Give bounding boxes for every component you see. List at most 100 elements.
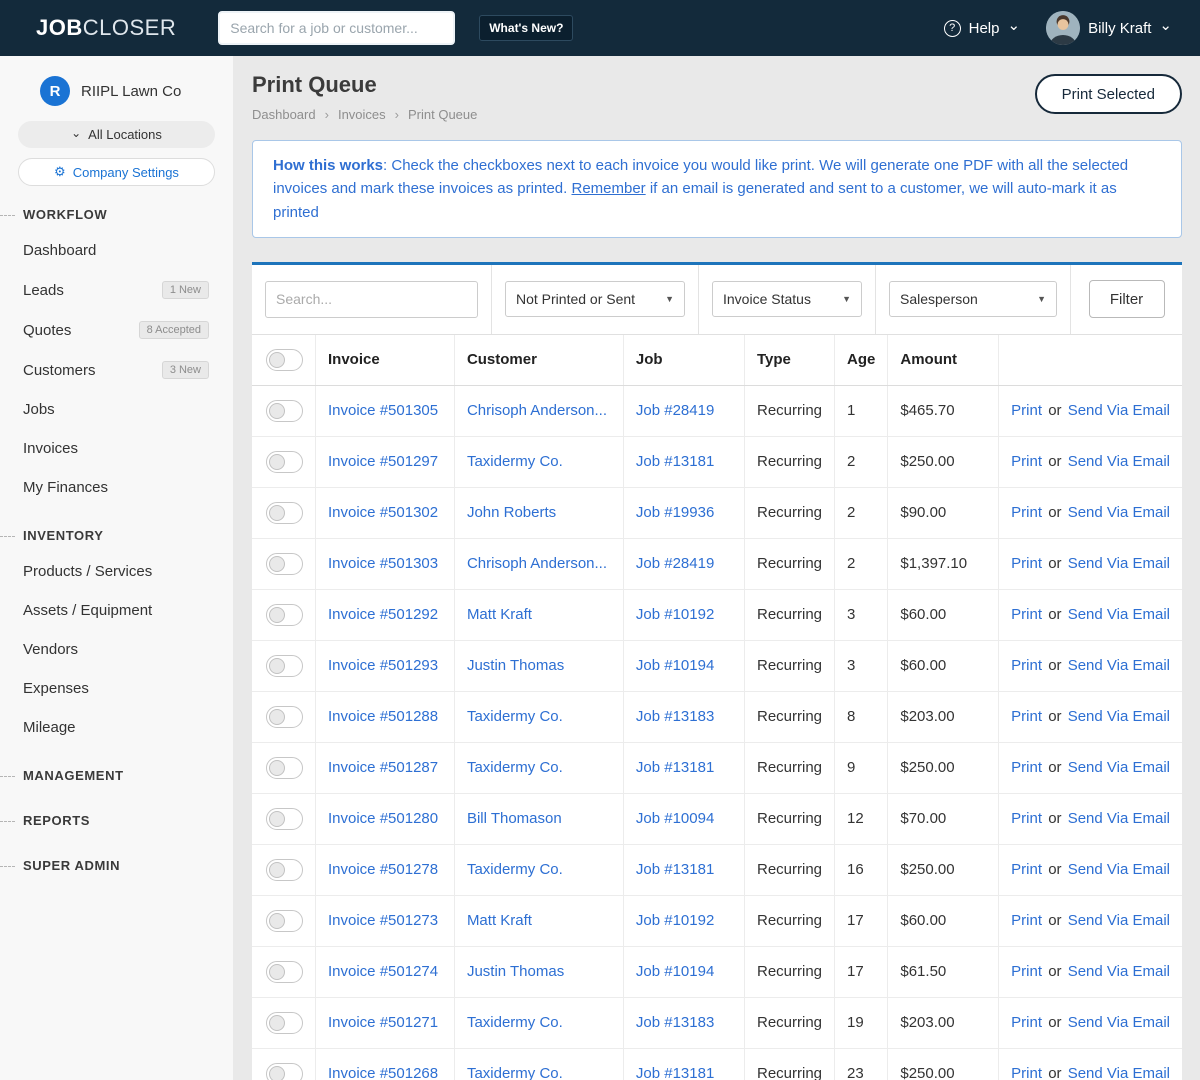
sidebar-item-vendors[interactable]: Vendors <box>0 630 233 669</box>
job-link[interactable]: Job #13181 <box>636 759 714 776</box>
customer-link[interactable]: Taxidermy Co. <box>467 861 563 878</box>
invoice-link[interactable]: Invoice #501297 <box>328 453 438 470</box>
print-link[interactable]: Print <box>1011 810 1042 827</box>
invoice-link[interactable]: Invoice #501274 <box>328 963 438 980</box>
send-email-link[interactable]: Send Via Email <box>1068 453 1170 470</box>
send-email-link[interactable]: Send Via Email <box>1068 759 1170 776</box>
customer-link[interactable]: Chrisoph Anderson... <box>467 555 607 572</box>
customer-link[interactable]: Taxidermy Co. <box>467 453 563 470</box>
row-toggle[interactable] <box>266 501 303 524</box>
help-menu[interactable]: ? Help ⌄ <box>943 18 1020 37</box>
location-selector[interactable]: ⌄ All Locations <box>18 121 215 148</box>
row-toggle[interactable] <box>266 1062 303 1080</box>
breadcrumb-dashboard[interactable]: Dashboard <box>252 107 316 122</box>
breadcrumb-invoices[interactable]: Invoices <box>338 107 386 122</box>
send-email-link[interactable]: Send Via Email <box>1068 810 1170 827</box>
row-toggle[interactable] <box>266 858 303 881</box>
print-link[interactable]: Print <box>1011 912 1042 929</box>
send-email-link[interactable]: Send Via Email <box>1068 504 1170 521</box>
invoice-link[interactable]: Invoice #501292 <box>328 606 438 623</box>
job-link[interactable]: Job #10192 <box>636 606 714 623</box>
salesperson-select[interactable]: Salesperson ▼ <box>889 281 1057 318</box>
invoice-link[interactable]: Invoice #501271 <box>328 1014 438 1031</box>
job-link[interactable]: Job #13183 <box>636 708 714 725</box>
nav-section-reports[interactable]: REPORTS <box>0 804 233 837</box>
row-toggle[interactable] <box>266 1011 303 1034</box>
printed-filter-select[interactable]: Not Printed or Sent ▼ <box>505 281 685 318</box>
select-all-toggle[interactable] <box>266 348 303 371</box>
invoice-link[interactable]: Invoice #501293 <box>328 657 438 674</box>
invoice-link[interactable]: Invoice #501278 <box>328 861 438 878</box>
print-link[interactable]: Print <box>1011 402 1042 419</box>
sidebar-item-assets-equipment[interactable]: Assets / Equipment <box>0 591 233 630</box>
row-toggle[interactable] <box>266 756 303 779</box>
sidebar-item-expenses[interactable]: Expenses <box>0 669 233 708</box>
row-toggle[interactable] <box>266 705 303 728</box>
nav-section-management[interactable]: MANAGEMENT <box>0 759 233 792</box>
print-selected-button[interactable]: Print Selected <box>1034 74 1182 114</box>
invoice-status-select[interactable]: Invoice Status ▼ <box>712 281 862 318</box>
row-toggle[interactable] <box>266 450 303 473</box>
job-link[interactable]: Job #13181 <box>636 1065 714 1080</box>
job-link[interactable]: Job #10094 <box>636 810 714 827</box>
app-logo[interactable]: JOBCLOSER <box>36 15 176 41</box>
print-link[interactable]: Print <box>1011 708 1042 725</box>
company-settings-button[interactable]: ⚙ Company Settings <box>18 158 215 186</box>
customer-link[interactable]: Matt Kraft <box>467 912 532 929</box>
row-toggle[interactable] <box>266 807 303 830</box>
customer-link[interactable]: Bill Thomason <box>467 810 562 827</box>
customer-link[interactable]: Matt Kraft <box>467 606 532 623</box>
sidebar-item-dashboard[interactable]: Dashboard <box>0 231 233 270</box>
row-toggle[interactable] <box>266 909 303 932</box>
table-search-input[interactable] <box>265 280 478 318</box>
print-link[interactable]: Print <box>1011 504 1042 521</box>
invoice-link[interactable]: Invoice #501287 <box>328 759 438 776</box>
nav-section-super-admin[interactable]: SUPER ADMIN <box>0 849 233 882</box>
invoice-link[interactable]: Invoice #501303 <box>328 555 438 572</box>
send-email-link[interactable]: Send Via Email <box>1068 606 1170 623</box>
invoice-link[interactable]: Invoice #501302 <box>328 504 438 521</box>
send-email-link[interactable]: Send Via Email <box>1068 963 1170 980</box>
invoice-link[interactable]: Invoice #501305 <box>328 402 438 419</box>
nav-section-workflow[interactable]: WORKFLOW <box>0 198 233 231</box>
customer-link[interactable]: Chrisoph Anderson... <box>467 402 607 419</box>
send-email-link[interactable]: Send Via Email <box>1068 657 1170 674</box>
print-link[interactable]: Print <box>1011 1065 1042 1080</box>
customer-link[interactable]: Taxidermy Co. <box>467 1065 563 1080</box>
send-email-link[interactable]: Send Via Email <box>1068 1014 1170 1031</box>
row-toggle[interactable] <box>266 552 303 575</box>
customer-link[interactable]: Taxidermy Co. <box>467 1014 563 1031</box>
invoice-link[interactable]: Invoice #501268 <box>328 1065 438 1080</box>
invoice-link[interactable]: Invoice #501280 <box>328 810 438 827</box>
send-email-link[interactable]: Send Via Email <box>1068 1065 1170 1080</box>
sidebar-item-customers[interactable]: Customers 3 New <box>0 350 233 390</box>
row-toggle[interactable] <box>266 603 303 626</box>
sidebar-item-mileage[interactable]: Mileage <box>0 708 233 747</box>
job-link[interactable]: Job #28419 <box>636 555 714 572</box>
send-email-link[interactable]: Send Via Email <box>1068 555 1170 572</box>
customer-link[interactable]: John Roberts <box>467 504 556 521</box>
invoice-link[interactable]: Invoice #501273 <box>328 912 438 929</box>
job-link[interactable]: Job #13181 <box>636 861 714 878</box>
job-link[interactable]: Job #10192 <box>636 912 714 929</box>
job-link[interactable]: Job #13183 <box>636 1014 714 1031</box>
send-email-link[interactable]: Send Via Email <box>1068 912 1170 929</box>
job-link[interactable]: Job #13181 <box>636 453 714 470</box>
global-search-input[interactable] <box>218 11 456 45</box>
send-email-link[interactable]: Send Via Email <box>1068 402 1170 419</box>
row-toggle[interactable] <box>266 399 303 422</box>
job-link[interactable]: Job #28419 <box>636 402 714 419</box>
print-link[interactable]: Print <box>1011 861 1042 878</box>
customer-link[interactable]: Taxidermy Co. <box>467 759 563 776</box>
row-toggle[interactable] <box>266 654 303 677</box>
customer-link[interactable]: Justin Thomas <box>467 963 564 980</box>
job-link[interactable]: Job #10194 <box>636 963 714 980</box>
customer-link[interactable]: Taxidermy Co. <box>467 708 563 725</box>
print-link[interactable]: Print <box>1011 657 1042 674</box>
sidebar-item-leads[interactable]: Leads 1 New <box>0 270 233 310</box>
sidebar-item-invoices[interactable]: Invoices <box>0 429 233 468</box>
row-toggle[interactable] <box>266 960 303 983</box>
sidebar-item-products-services[interactable]: Products / Services <box>0 552 233 591</box>
print-link[interactable]: Print <box>1011 759 1042 776</box>
whats-new-badge[interactable]: What's New? <box>479 15 574 41</box>
